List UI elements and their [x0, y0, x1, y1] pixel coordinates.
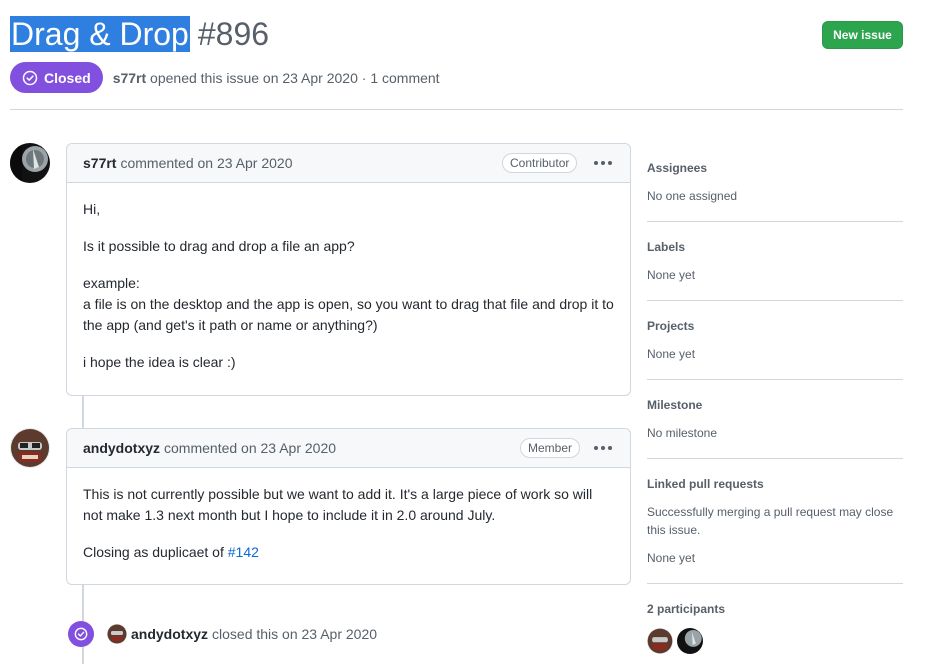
header-divider: [10, 109, 903, 110]
avatar[interactable]: [10, 428, 50, 468]
issue-sidebar: Assignees No one assigned Labels None ye…: [647, 143, 903, 664]
comment-paragraph: Hi,: [83, 201, 101, 217]
sidebar-participants: 2 participants: [647, 584, 903, 664]
sidebar-assignees: Assignees No one assigned: [647, 143, 903, 222]
sidebar-projects-title[interactable]: Projects: [647, 317, 903, 335]
sidebar-linked-prs-desc: Successfully merging a pull request may …: [647, 505, 894, 537]
comment-timestamp[interactable]: commented on 23 Apr 2020: [164, 440, 336, 456]
sidebar-projects: Projects None yet: [647, 301, 903, 380]
sidebar-projects-value: None yet: [647, 347, 696, 361]
sidebar-milestone: Milestone No milestone: [647, 380, 903, 459]
sidebar-assignees-title[interactable]: Assignees: [647, 159, 903, 177]
comment-paragraph: Closing as duplicaet of #142: [83, 542, 614, 563]
new-issue-button[interactable]: New issue: [822, 21, 903, 49]
role-badge: Member: [520, 438, 581, 458]
comment-body: Hi, Is it possible to drag and drop a fi…: [67, 183, 630, 399]
comment-header: andydotxyz commented on 23 Apr 2020 Memb…: [67, 429, 630, 468]
sidebar-participants-title: 2 participants: [647, 602, 726, 616]
check-circle-icon: [74, 627, 88, 641]
status-label: Closed: [44, 69, 91, 86]
role-badge: Contributor: [502, 153, 578, 173]
issue-opened-text: s77rt opened this issue on 23 Apr 2020 ·…: [113, 70, 440, 86]
closed-event-actor[interactable]: andydotxyz: [131, 626, 208, 642]
comment-paragraph: This is not currently possible but we wa…: [83, 486, 593, 523]
sidebar-milestone-value: No milestone: [647, 426, 718, 440]
closed-event-badge: [68, 621, 94, 647]
issue-meta: Closed s77rt opened this issue on 23 Apr…: [10, 62, 440, 93]
comment-options-icon[interactable]: [594, 156, 612, 170]
sidebar-linked-prs: Linked pull requests Successfully mergin…: [647, 459, 903, 584]
avatar[interactable]: [10, 143, 50, 183]
issue-author-link[interactable]: s77rt: [113, 70, 146, 86]
comment-card: andydotxyz commented on 23 Apr 2020 Memb…: [66, 428, 631, 585]
comment-paragraph: i hope the idea is clear :): [83, 354, 236, 370]
comment-paragraph: Is it possible to drag and drop a file a…: [83, 238, 355, 254]
participant-list: [647, 628, 903, 654]
status-badge: Closed: [10, 62, 103, 93]
comment-paragraph: a file is on the desktop and the app is …: [83, 296, 614, 333]
comment-card: s77rt commented on 23 Apr 2020 Contribut…: [66, 143, 631, 396]
comment-paragraph: example:: [83, 275, 140, 291]
sidebar-labels-title[interactable]: Labels: [647, 238, 903, 256]
issue-title-text: Drag & Drop: [10, 16, 190, 52]
comment-text: Closing as duplicaet of: [83, 544, 224, 560]
comment-options-icon[interactable]: [594, 441, 612, 455]
participant-avatar[interactable]: [677, 628, 703, 654]
sidebar-assignees-value: No one assigned: [647, 189, 738, 203]
check-circle-icon: [22, 70, 38, 85]
closed-event: andydotxyz closed this on 23 Apr 2020: [68, 621, 377, 647]
issue-title-row: Drag & Drop #896: [10, 12, 269, 56]
issue-title: Drag & Drop #896: [10, 12, 269, 56]
comment-author[interactable]: s77rt: [83, 155, 116, 171]
sidebar-labels: Labels None yet: [647, 222, 903, 301]
sidebar-linked-prs-title[interactable]: Linked pull requests: [647, 475, 903, 493]
issue-opened-detail: opened this issue on 23 Apr 2020 · 1 com…: [150, 69, 440, 86]
timeline-connector: [82, 585, 84, 621]
timeline-connector: [82, 395, 84, 429]
issue-reference-link[interactable]: #142: [228, 544, 259, 560]
comment-author[interactable]: andydotxyz: [83, 440, 160, 456]
issue-number: #896: [197, 16, 270, 52]
avatar[interactable]: [107, 624, 127, 644]
closed-event-text: closed this on 23 Apr 2020: [212, 626, 378, 642]
timeline-connector: [82, 647, 84, 664]
participant-avatar[interactable]: [647, 628, 673, 654]
comment-header: s77rt commented on 23 Apr 2020 Contribut…: [67, 144, 630, 183]
sidebar-milestone-title[interactable]: Milestone: [647, 396, 903, 414]
comment-timestamp[interactable]: commented on 23 Apr 2020: [120, 155, 292, 171]
sidebar-linked-prs-value: None yet: [647, 551, 696, 565]
sidebar-labels-value: None yet: [647, 268, 696, 282]
comment-body: This is not currently possible but we wa…: [67, 468, 630, 589]
